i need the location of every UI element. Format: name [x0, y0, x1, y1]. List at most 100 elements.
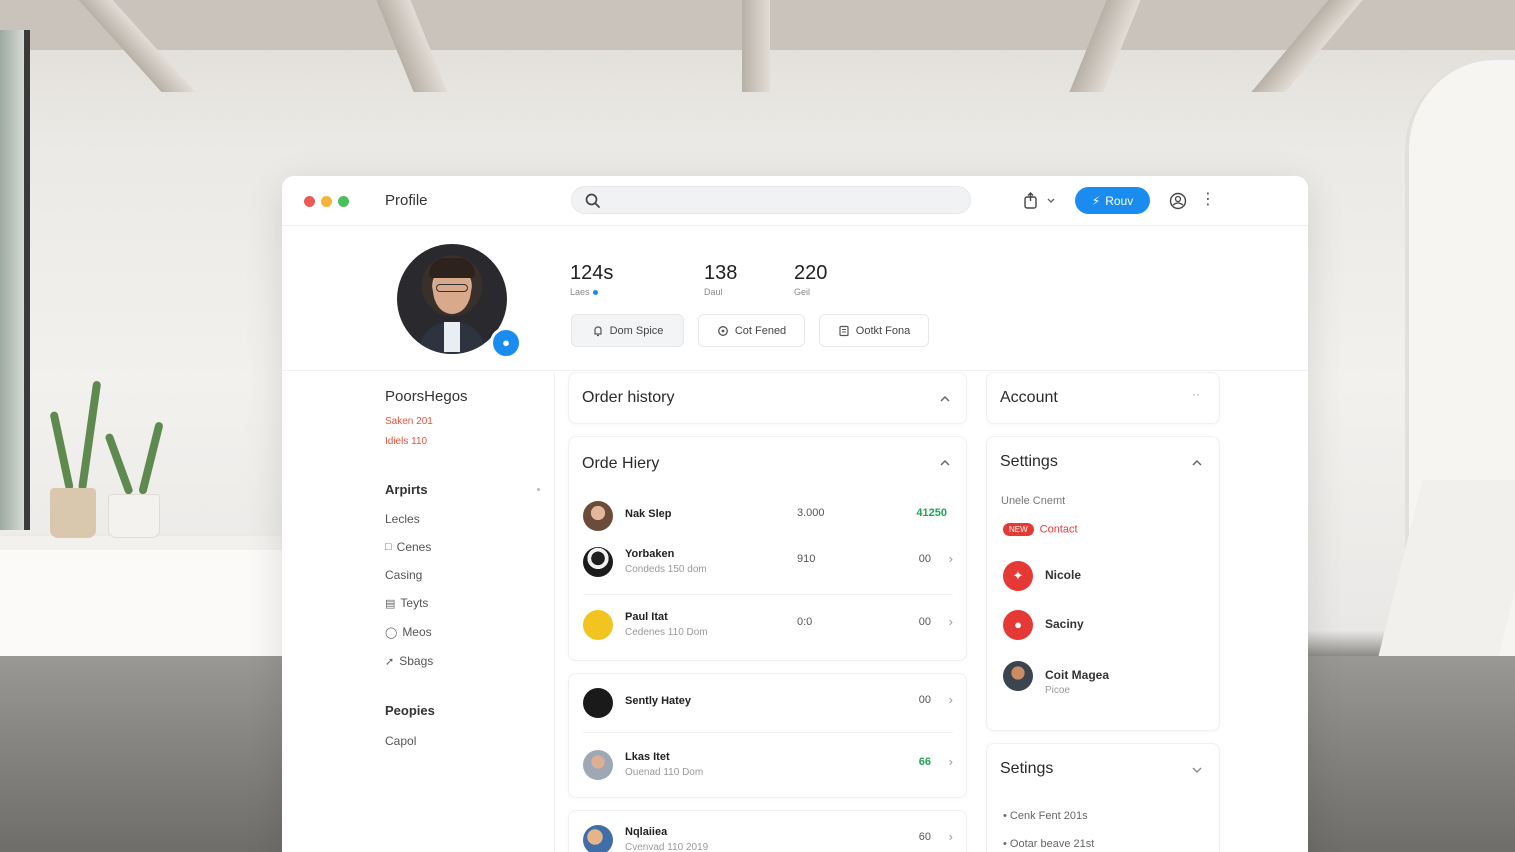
order-row[interactable]: Lkas Itet Ouenad 110 Dom 66 ›	[583, 746, 953, 786]
order-name: Nak Slep	[625, 508, 672, 520]
primary-action-label: Rouv	[1105, 193, 1134, 208]
avatar	[583, 610, 613, 640]
settings-item-label: Saciny	[1045, 617, 1084, 631]
room-shelf	[0, 536, 290, 550]
app-window: Profile ⚡ Rouv ⋮ ● 124s Laes 138 Daul 22…	[282, 176, 1308, 852]
contact-status[interactable]: NEW Contact	[1003, 523, 1078, 536]
status-badge: NEW	[1003, 523, 1034, 536]
sidebar-item[interactable]: Lecles	[385, 512, 420, 526]
settings-bullet[interactable]: • Ootar beave 21st	[1003, 838, 1094, 850]
order-history-card: Orde Hiery Nak Slep 3.000 41250 Yorbaken…	[568, 436, 967, 661]
share-dropdown-button[interactable]	[1022, 191, 1058, 211]
circle-icon	[717, 325, 728, 336]
minimize-window-button[interactable]	[321, 196, 332, 207]
sidebar-indicator-dot	[537, 488, 540, 491]
order-subtext: Condeds 150 dom	[625, 564, 707, 575]
order-subtext: Cedenes 110 Dom	[625, 627, 708, 638]
avatar	[583, 501, 613, 531]
order-row[interactable]: Paul Itat Cedenes 110 Dom 0:0 00 ›	[583, 606, 953, 646]
chevron-up-icon[interactable]	[939, 393, 951, 405]
stat-item: 138 Daul	[704, 262, 737, 297]
account-card[interactable]: Account ··	[986, 372, 1220, 424]
window-title: Profile	[385, 192, 428, 209]
order-quantity: 3.000	[797, 507, 825, 519]
stat-label: Geil	[794, 287, 811, 297]
order-amount: 41250	[916, 507, 947, 519]
order-name: Sently Hatey	[625, 695, 692, 707]
sidebar-item[interactable]: ◯ Meos	[385, 625, 432, 639]
primary-action-button[interactable]: ⚡ Rouv	[1075, 187, 1150, 214]
order-subtext: Ouenad 110 Dom	[625, 767, 704, 778]
pin-icon: ✦	[1003, 561, 1033, 591]
chevron-up-icon[interactable]	[939, 457, 951, 469]
sidebar-item[interactable]: ➚ Sbags	[385, 654, 433, 668]
order-amount: 00	[918, 694, 931, 706]
stat-item: 220 Geil	[794, 262, 827, 297]
settings-card: Settings Unele Cnemt NEW Contact ✦ Nicole…	[986, 436, 1220, 731]
order-name: Paul Itat	[625, 611, 668, 623]
settings-item[interactable]: ✦ Nicole	[1003, 559, 1203, 593]
avatar	[1003, 661, 1033, 691]
stat-value: 124s	[570, 262, 614, 284]
tag-icon: ◯	[385, 626, 398, 639]
sidebar-item-label: Capol	[385, 734, 417, 748]
chevron-right-icon: ›	[948, 551, 953, 566]
order-group-card: Sently Hatey 00 › Lkas Itet Ouenad 110 D…	[568, 673, 967, 798]
account-settings-icon[interactable]	[1168, 191, 1188, 211]
close-window-button[interactable]	[304, 196, 315, 207]
profile-action-button[interactable]: Dom Spice	[571, 314, 684, 347]
document-icon	[839, 325, 849, 336]
avatar	[583, 750, 613, 780]
order-amount: 00	[918, 553, 931, 565]
sidebar-item[interactable]: Capol	[385, 734, 416, 748]
settings-item[interactable]: Coit Magea Picoe	[1003, 659, 1203, 703]
sidebar-item[interactable]: ▤ Teyts	[385, 596, 428, 610]
plant-leaf	[49, 410, 74, 491]
settings-item-label: Coit Magea	[1045, 668, 1110, 682]
more-options-button[interactable]: ⋮	[1200, 189, 1216, 211]
more-icon[interactable]: ··	[1192, 387, 1200, 401]
order-subtext: Cvenvad 110 2019	[625, 842, 709, 852]
order-name: Yorbaken	[625, 548, 675, 560]
sidebar-item-label: Teyts	[400, 596, 429, 610]
order-row[interactable]: Sently Hatey 00 ›	[583, 684, 953, 724]
search-bar[interactable]	[571, 186, 971, 214]
search-input[interactable]	[608, 191, 958, 209]
stat-value: 138	[704, 262, 738, 284]
chevron-up-icon[interactable]	[1191, 457, 1203, 469]
profile-action-button[interactable]: Ootkt Fona	[819, 314, 929, 347]
order-row[interactable]: Yorbaken Condeds 150 dom 910 00 ›	[583, 543, 953, 583]
card-title: Order history	[582, 389, 675, 406]
order-row[interactable]: Nak Slep 3.000 41250	[583, 497, 953, 537]
divider	[583, 594, 953, 595]
plant-pot	[50, 488, 96, 538]
chevron-down-icon[interactable]	[1191, 764, 1203, 776]
order-quantity: 910	[797, 553, 816, 565]
sidebar-note: Saken 201	[385, 416, 433, 427]
maximize-window-button[interactable]	[338, 196, 349, 207]
settings-item[interactable]: ● Saciny	[1003, 608, 1203, 642]
settings-bullet[interactable]: • Cenk Fent 201s	[1003, 810, 1088, 822]
profile-action-button[interactable]: Cot Fened	[698, 314, 805, 347]
order-amount: 00	[918, 616, 931, 628]
card-title: Settings	[1000, 453, 1058, 470]
chevron-right-icon: ›	[948, 754, 953, 769]
sidebar-item-label: Sbags	[399, 654, 434, 668]
sidebar-item-label: Lecles	[385, 512, 420, 526]
sidebar-note: Idiels 110	[385, 436, 428, 447]
settings-secondary-card: Setings • Cenk Fent 201s • Ootar beave 2…	[986, 743, 1220, 852]
card-title: Orde Hiery	[582, 455, 660, 472]
sidebar-item[interactable]: Casing	[385, 568, 422, 582]
order-row[interactable]: Nqlaiiea Cvenvad 110 2019 60 ›	[583, 821, 953, 852]
plant-leaf	[138, 421, 164, 495]
sidebar-item-label: Cenes	[396, 540, 432, 554]
sidebar-section-title: Peopies	[385, 703, 435, 718]
plant-leaf	[78, 380, 102, 491]
order-history-collapsed-card[interactable]: Order history	[568, 372, 967, 424]
status-dot	[592, 290, 598, 296]
order-group-card: Nqlaiiea Cvenvad 110 2019 60 ›	[568, 810, 967, 852]
sidebar-item[interactable]: □ Cenes	[385, 540, 431, 554]
change-photo-button[interactable]: ●	[490, 327, 522, 359]
sidebar-section-title: PoorsHegos	[385, 388, 468, 405]
order-amount: 60	[918, 831, 931, 843]
